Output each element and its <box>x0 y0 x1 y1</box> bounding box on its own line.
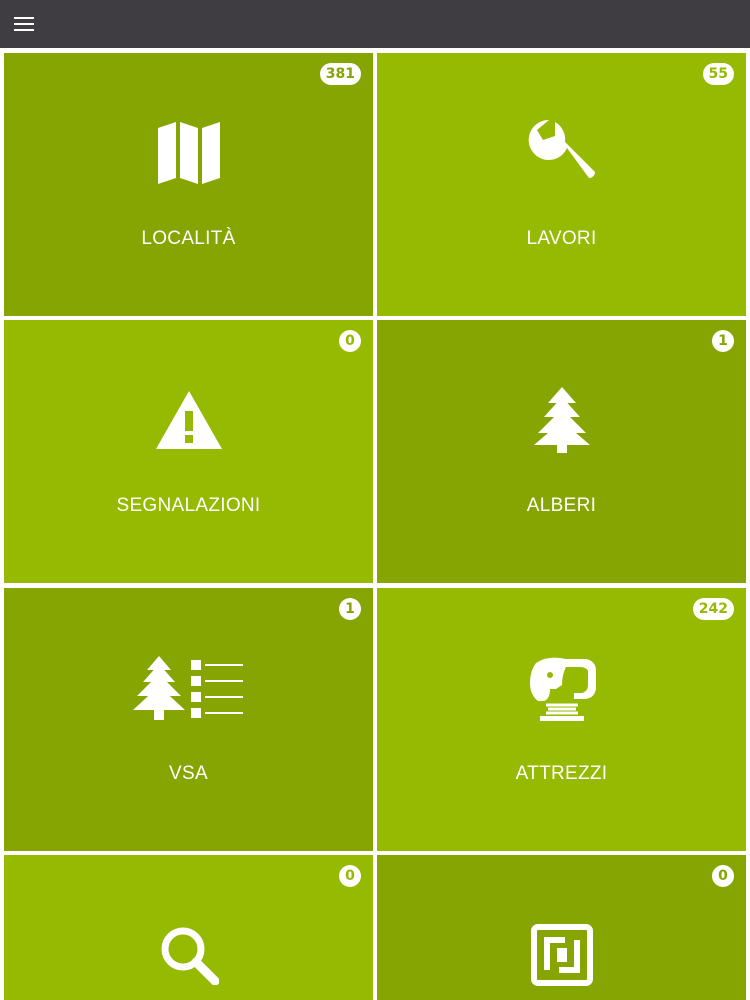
count-badge: 0 <box>339 865 361 887</box>
count-badge: 381 <box>319 63 361 85</box>
nfc-icon <box>530 924 593 986</box>
tile-label: VSA <box>169 763 208 784</box>
tile-alberi[interactable]: 1 ALBERI <box>377 320 746 583</box>
app-bar <box>0 0 750 48</box>
tile-label: ATTREZZI <box>515 763 608 784</box>
tile-vsa[interactable]: 1 VSA <box>4 588 373 851</box>
wrench-icon <box>528 119 595 178</box>
map-icon <box>157 122 220 184</box>
tile-lavori[interactable]: 55 LAVORI <box>377 53 746 316</box>
count-badge: 1 <box>712 330 734 352</box>
count-badge: 0 <box>339 330 361 352</box>
tile-search[interactable]: 0 <box>4 855 373 1000</box>
count-badge: 1 <box>339 598 361 620</box>
count-badge: 242 <box>692 598 734 620</box>
spring-rider-icon <box>529 657 596 721</box>
tile-attrezzi[interactable]: 242 ATTREZZI <box>377 588 746 851</box>
tile-label: LOCALITÀ <box>141 228 236 249</box>
tree-icon <box>533 387 590 453</box>
tile-segnalazioni[interactable]: 0 SEGNALAZIONI <box>4 320 373 583</box>
search-icon <box>161 927 219 985</box>
tile-label: LAVORI <box>526 228 597 249</box>
warning-icon <box>155 391 222 449</box>
tree-list-icon <box>132 656 243 720</box>
tile-label: SEGNALAZIONI <box>116 495 261 516</box>
menu-button[interactable] <box>8 8 40 40</box>
tile-label: ALBERI <box>526 495 597 516</box>
count-badge: 0 <box>712 865 734 887</box>
hamburger-menu-icon <box>14 17 34 31</box>
count-badge: 55 <box>702 63 734 85</box>
tile-nfc[interactable]: 0 <box>377 855 746 1000</box>
tile-localita[interactable]: 381 LOCALITÀ <box>4 53 373 316</box>
